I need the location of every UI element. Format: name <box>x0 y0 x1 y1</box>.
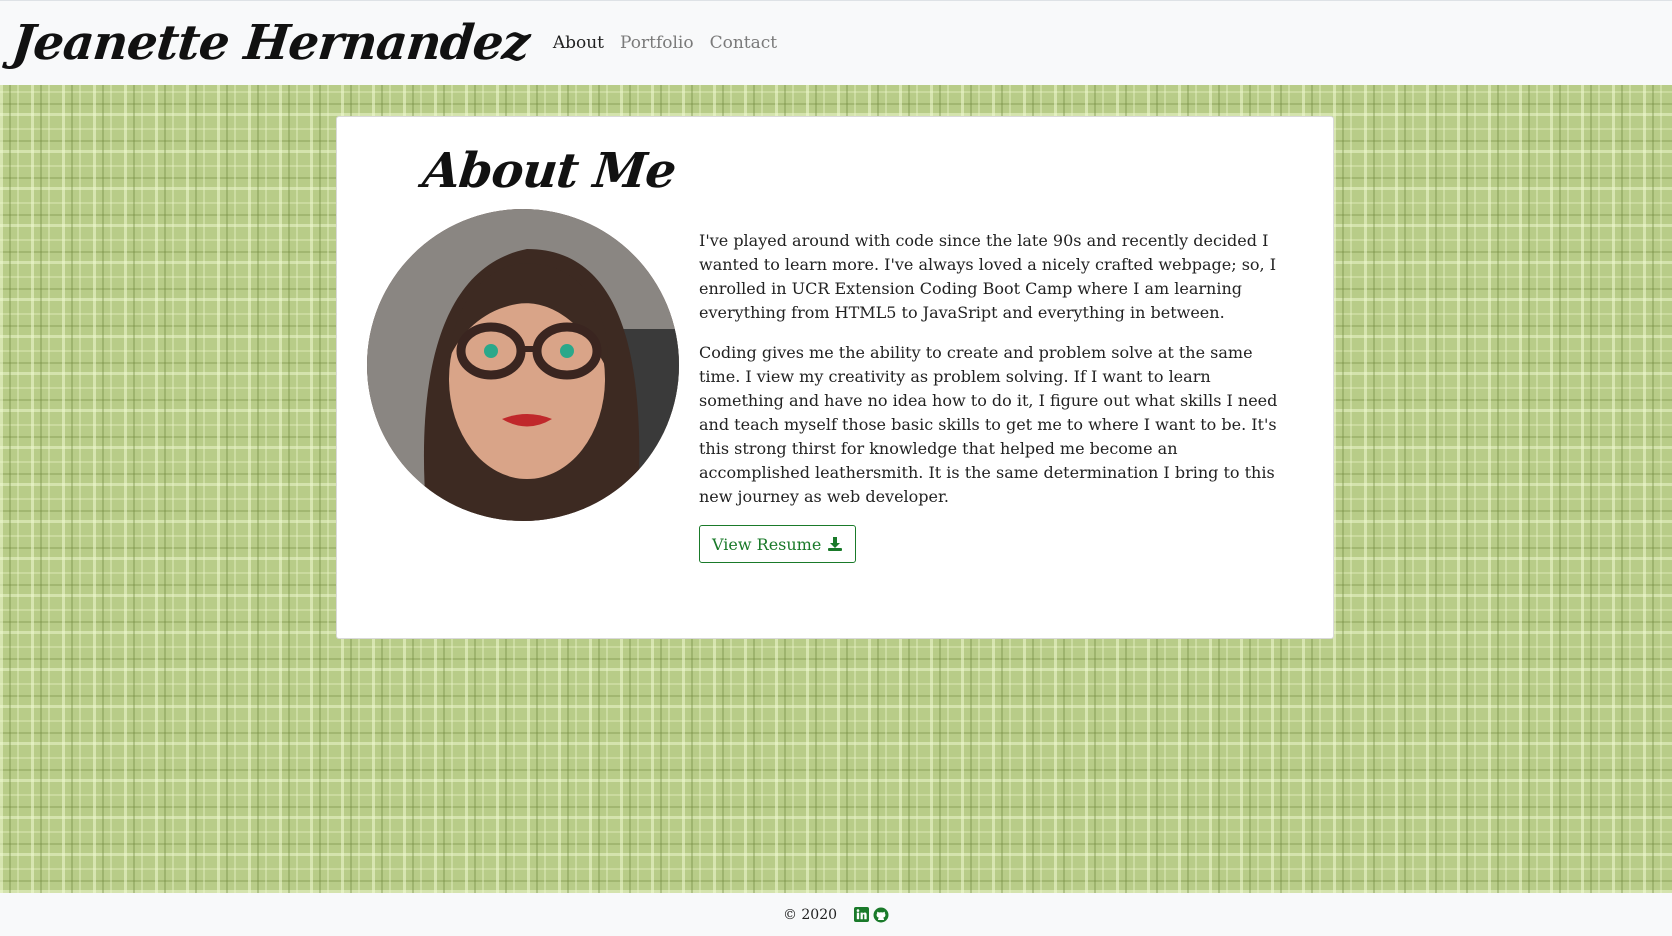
linkedin-icon[interactable] <box>853 907 869 923</box>
about-card: About Me I've played around with code si… <box>336 116 1334 639</box>
github-icon[interactable] <box>873 907 889 923</box>
about-text: I've played around with code since the l… <box>699 229 1289 563</box>
about-paragraph-1: I've played around with code since the l… <box>699 231 1277 322</box>
nav-link-about[interactable]: About <box>553 33 604 53</box>
page-title: About Me <box>420 143 679 199</box>
about-paragraph-2: Coding gives me the ability to create an… <box>699 343 1278 506</box>
copyright-text: © 2020 <box>782 906 838 923</box>
profile-photo <box>367 209 679 521</box>
brand-logo[interactable]: Jeanette Hernandez <box>9 15 532 71</box>
profile-photo-illustration <box>367 209 679 521</box>
nav-link-portfolio[interactable]: Portfolio <box>620 33 694 53</box>
footer: © 2020 <box>0 893 1672 936</box>
view-resume-button[interactable]: View Resume <box>699 525 857 563</box>
download-icon <box>828 537 843 551</box>
view-resume-label: View Resume <box>712 534 822 554</box>
social-links <box>853 907 889 923</box>
nav-links: About Portfolio Contact <box>553 33 777 53</box>
nav-link-contact[interactable]: Contact <box>710 33 778 53</box>
navbar: Jeanette Hernandez About Portfolio Conta… <box>0 0 1672 85</box>
